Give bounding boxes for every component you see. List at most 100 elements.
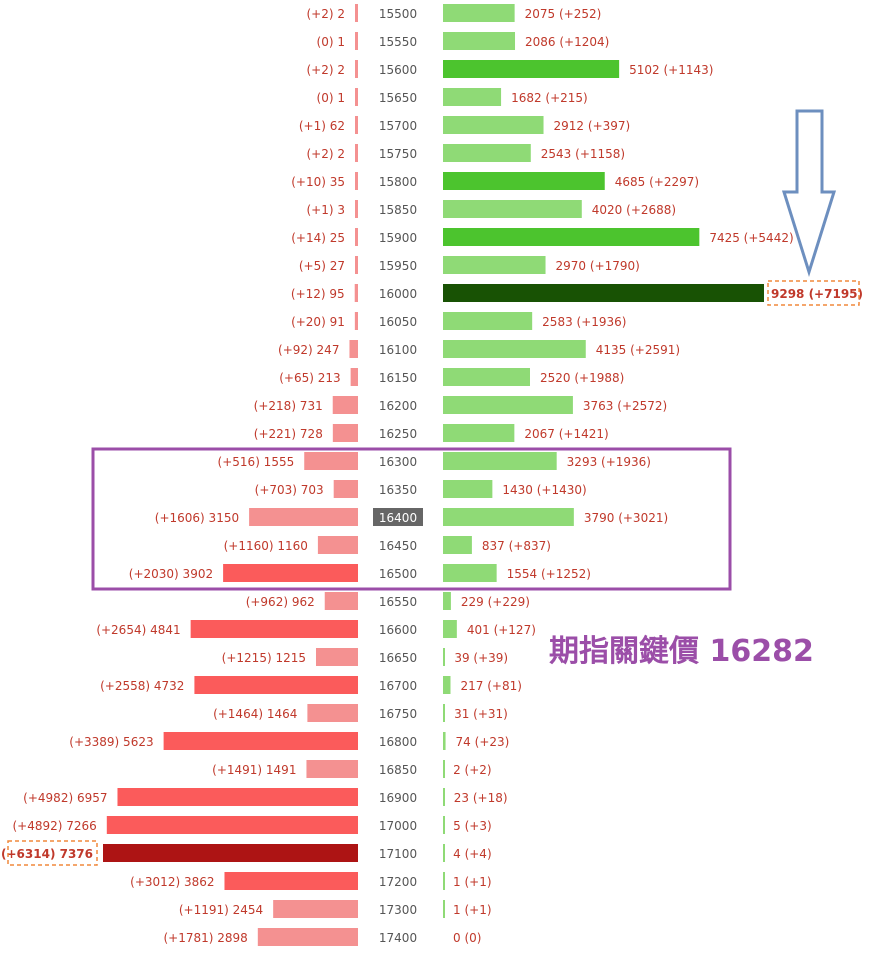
call-bar [443,200,582,218]
put-bar [317,536,358,554]
call-bar [443,816,445,834]
put-bar [257,928,358,946]
call-bar [443,536,472,554]
call-label: 1 (+1) [453,875,492,889]
strike-label: 16850 [379,763,417,777]
call-bar [443,452,557,470]
put-label: (+1215) 1215 [222,651,306,665]
call-label: 1430 (+1430) [502,483,586,497]
call-label: 837 (+837) [482,539,551,553]
put-bar [355,116,358,134]
call-label: 3763 (+2572) [583,399,667,413]
put-bar [355,32,358,50]
put-bar [224,872,358,890]
call-bar [443,256,546,274]
put-label: (+4892) 7266 [12,819,96,833]
put-label: (0) 1 [317,35,345,49]
strike-label: 15700 [379,119,417,133]
put-bar [355,228,358,246]
put-bar [223,564,358,582]
strike-label: 16250 [379,427,417,441]
put-label: (+1781) 2898 [163,931,247,945]
call-label: 5102 (+1143) [629,63,713,77]
put-bar [106,816,358,834]
call-label: 2543 (+1158) [541,147,625,161]
put-label: (+2) 2 [306,63,345,77]
put-bar [350,368,358,386]
put-label: (+1) 62 [299,119,345,133]
strike-label: 15950 [379,259,417,273]
call-bar [443,788,445,806]
strike-label: 15550 [379,35,417,49]
call-label: 2086 (+1204) [525,35,609,49]
put-label: (+1491) 1491 [212,763,296,777]
put-label: (+10) 35 [291,175,345,189]
put-bar [307,704,358,722]
call-bar [443,676,451,694]
strike-label: 16100 [379,343,417,357]
strike-label: 16000 [379,287,417,301]
strike-label: 16300 [379,455,417,469]
call-bar [443,760,445,778]
call-label: 2075 (+252) [525,7,602,21]
call-bar [443,4,515,22]
call-label: 3293 (+1936) [567,455,651,469]
put-bar [355,200,358,218]
strike-label: 16900 [379,791,417,805]
call-bar [443,480,493,498]
call-bar [443,704,445,722]
strike-label: 15900 [379,231,417,245]
strike-label: 16500 [379,567,417,581]
call-bar [443,368,530,386]
call-bar [443,592,451,610]
put-bar [333,480,358,498]
call-label: 74 (+23) [456,735,510,749]
strike-label: 15850 [379,203,417,217]
call-bar [443,172,605,190]
call-bar [443,648,445,666]
call-label: 401 (+127) [467,623,536,637]
call-label: 1682 (+215) [511,91,588,105]
strike-label: 17300 [379,903,417,917]
put-bar [117,788,358,806]
down-arrow-icon [781,109,837,278]
put-bar [163,732,358,750]
put-bar [355,172,358,190]
call-bar [443,844,445,862]
call-label: 4 (+4) [453,847,492,861]
call-label: 4020 (+2688) [592,203,676,217]
put-bar [332,424,358,442]
put-label: (+2030) 3902 [129,567,213,581]
put-label: (+1) 3 [306,203,345,217]
call-label: 0 (0) [453,931,481,945]
put-bar [103,844,358,862]
put-label: (+6314) 7376 [1,847,93,861]
call-bar [443,60,620,78]
put-label: (+1606) 3150 [155,511,239,525]
call-label: 1 (+1) [453,903,492,917]
call-label: 2970 (+1790) [556,259,640,273]
strike-label: 17200 [379,875,417,889]
put-bar [355,88,358,106]
put-label: (+2654) 4841 [96,623,180,637]
strike-label: 15650 [379,91,417,105]
put-bar [273,900,358,918]
call-bar [443,88,502,106]
call-bar [443,508,574,526]
call-bar [443,284,764,302]
call-label: 5 (+3) [453,819,492,833]
put-bar [304,452,358,470]
call-bar [443,732,446,750]
put-label: (+218) 731 [254,399,323,413]
put-label: (+1191) 2454 [179,903,263,917]
put-label: (+221) 728 [254,427,323,441]
call-label: 1554 (+1252) [507,567,591,581]
put-bar [194,676,358,694]
call-bar [443,396,573,414]
strike-label: 15500 [379,7,417,21]
call-bar [443,872,445,890]
call-label: 2912 (+397) [554,119,631,133]
strike-label: 15600 [379,63,417,77]
put-bar [355,60,358,78]
put-label: (+2) 2 [306,147,345,161]
